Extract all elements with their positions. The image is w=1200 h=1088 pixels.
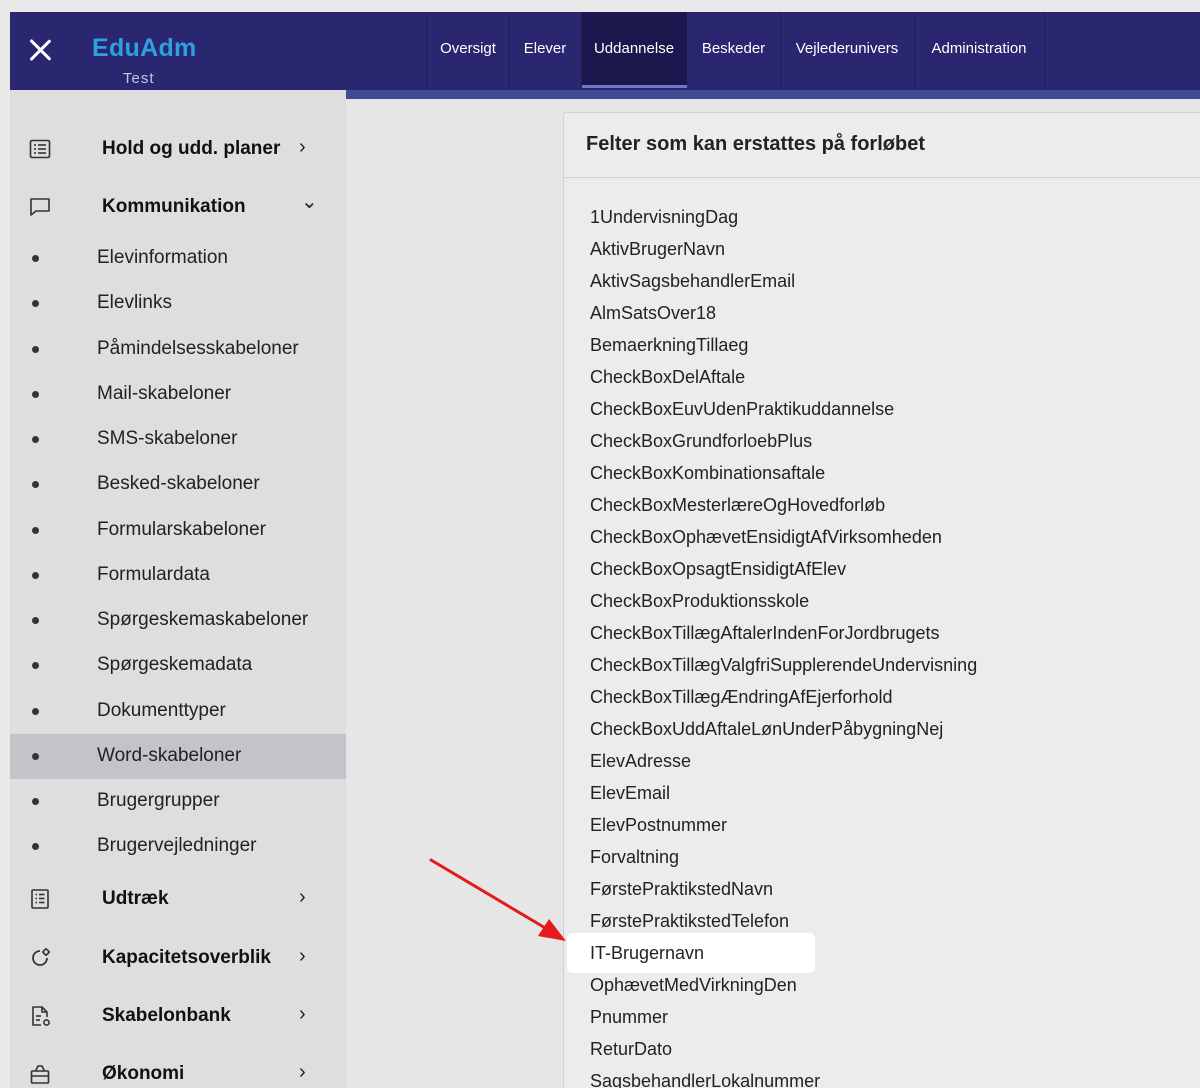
annotation-arrow [429, 858, 566, 941]
app-frame: EduAdm Test Oversigt Elever Uddannelse B… [10, 12, 1200, 1088]
